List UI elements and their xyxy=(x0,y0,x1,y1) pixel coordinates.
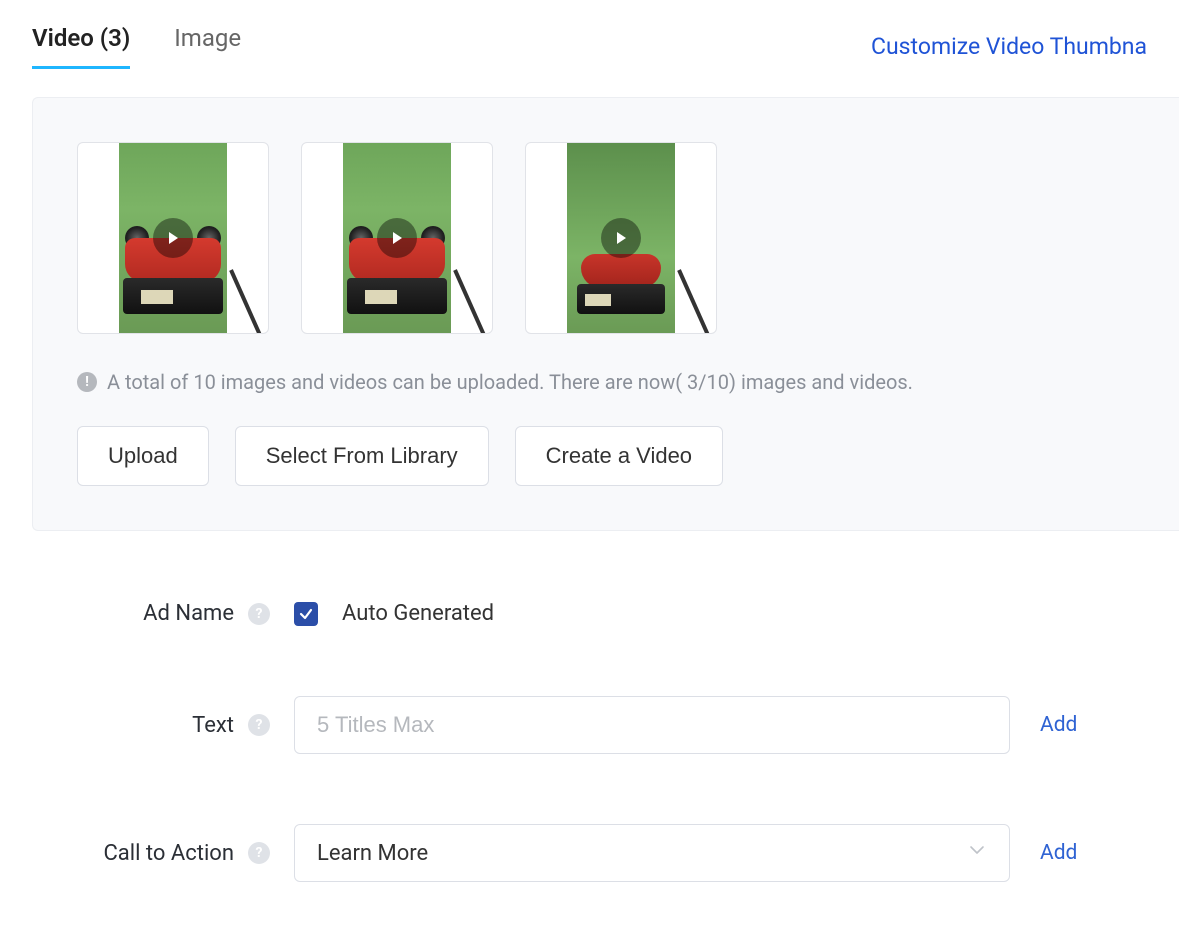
auto-generated-label: Auto Generated xyxy=(342,601,494,626)
info-text: A total of 10 images and videos can be u… xyxy=(107,370,913,394)
ad-form: Ad Name ? Auto Generated Text ? Add Call… xyxy=(0,601,1179,882)
field-text: Text ? Add xyxy=(26,696,1179,754)
field-ad-name: Ad Name ? Auto Generated xyxy=(26,601,1179,626)
media-tabs: Video (3) Image xyxy=(32,24,241,69)
video-thumbnails xyxy=(77,142,1135,334)
video-thumbnail[interactable] xyxy=(525,142,717,334)
play-icon xyxy=(153,218,193,258)
play-icon xyxy=(377,218,417,258)
cta-select[interactable]: Learn More xyxy=(294,824,1010,882)
tab-image[interactable]: Image xyxy=(174,24,241,69)
info-icon: ! xyxy=(77,372,97,392)
upload-button[interactable]: Upload xyxy=(77,426,209,486)
ad-name-label: Ad Name xyxy=(143,601,234,626)
field-cta: Call to Action ? Learn More Add xyxy=(26,824,1179,882)
cta-label: Call to Action xyxy=(103,841,234,866)
tab-video[interactable]: Video (3) xyxy=(32,24,130,69)
customize-thumbnail-link[interactable]: Customize Video Thumbna xyxy=(871,33,1147,60)
upload-limit-info: ! A total of 10 images and videos can be… xyxy=(77,370,1135,394)
text-input[interactable] xyxy=(294,696,1010,754)
video-thumbnail[interactable] xyxy=(77,142,269,334)
chevron-down-icon xyxy=(967,840,987,866)
select-from-library-button[interactable]: Select From Library xyxy=(235,426,489,486)
create-video-button[interactable]: Create a Video xyxy=(515,426,723,486)
help-icon[interactable]: ? xyxy=(248,714,270,736)
text-label: Text xyxy=(192,713,234,738)
tabs-header: Video (3) Image Customize Video Thumbna xyxy=(0,0,1179,69)
video-thumbnail[interactable] xyxy=(301,142,493,334)
cta-value: Learn More xyxy=(317,841,428,866)
help-icon[interactable]: ? xyxy=(248,842,270,864)
help-icon[interactable]: ? xyxy=(248,603,270,625)
add-cta-button[interactable]: Add xyxy=(1040,841,1077,865)
media-panel: ! A total of 10 images and videos can be… xyxy=(32,97,1179,531)
media-actions: Upload Select From Library Create a Vide… xyxy=(77,426,1135,486)
play-icon xyxy=(601,218,641,258)
auto-generated-checkbox[interactable] xyxy=(294,602,318,626)
add-text-button[interactable]: Add xyxy=(1040,713,1077,737)
